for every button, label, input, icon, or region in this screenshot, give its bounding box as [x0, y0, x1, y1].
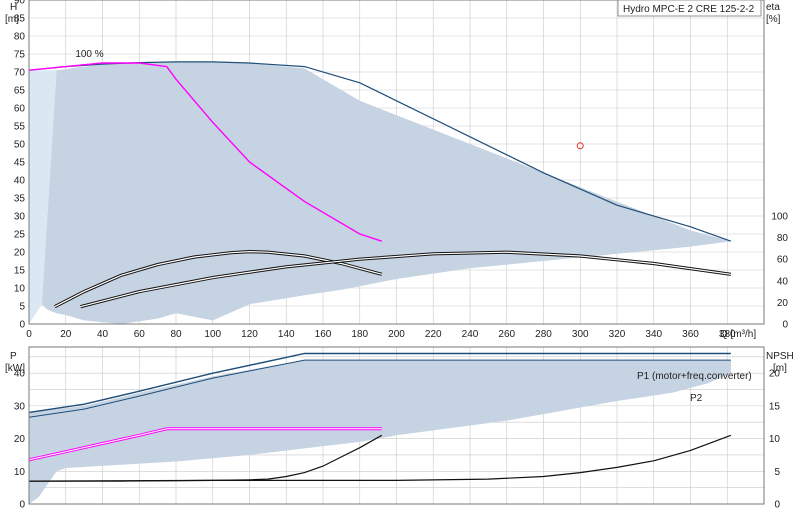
- y-tick-label: 10: [14, 284, 26, 295]
- power-axis-label: P: [10, 351, 17, 362]
- y-tick-label: 0: [19, 320, 25, 331]
- operating-envelope-area: [41, 61, 731, 325]
- x-tick-label: 200: [388, 329, 405, 340]
- y-tick-label: 20: [14, 248, 26, 259]
- pump-curve-chart: 0 20 40 60 80 100 120 140 160 180 200 220 240 260 280 3…: [5, 0, 794, 511]
- x-tick-label: 300: [572, 329, 589, 340]
- power-npsh-panel: 01020304005101520 P [kW] NPSH [m] P1 (mo…: [5, 346, 794, 511]
- x-tick-label: 0: [26, 329, 32, 340]
- annotation-100-percent: 100 %: [75, 49, 103, 60]
- y-tick-label: 55: [14, 122, 26, 133]
- npsh-tick-label: 5: [774, 467, 780, 478]
- power-tick-label: 20: [14, 434, 26, 445]
- y-tick-label: 70: [14, 68, 26, 79]
- chart-title: Hydro MPC-E 2 CRE 125-2-2: [623, 4, 755, 15]
- y2-tick-label: 100: [771, 212, 788, 223]
- power-axis-unit: [kW]: [5, 363, 25, 374]
- npsh-tick-label: 10: [769, 434, 781, 445]
- y2-axis-unit: [%]: [766, 14, 781, 25]
- power-tick-label: 0: [19, 500, 25, 511]
- y-tick-label: 45: [14, 158, 26, 169]
- y-tick-label: 65: [14, 86, 26, 97]
- x-tick-label: 100: [204, 329, 221, 340]
- head-efficiency-panel: 0 20 40 60 80 100 120 140 160 180 200 220 240 260 280 3…: [5, 0, 788, 340]
- y-tick-label: 15: [14, 266, 26, 277]
- x-tick-label: 320: [609, 329, 626, 340]
- npsh-tick-label: 0: [774, 500, 780, 511]
- x-tick-label: 40: [97, 329, 109, 340]
- y-tick-label: 60: [14, 104, 26, 115]
- y-axis-unit: [m]: [5, 14, 19, 25]
- p2-series-label: P2: [690, 393, 703, 404]
- x-tick-label: 120: [241, 329, 258, 340]
- y-tick-label: 50: [14, 140, 26, 151]
- npsh-axis-label: NPSH: [766, 351, 794, 362]
- x-tick-label: 260: [498, 329, 515, 340]
- power-tick-label: 30: [14, 401, 26, 412]
- y-axis-label: H: [10, 2, 17, 13]
- y-tick-label: 80: [14, 32, 26, 43]
- x-axis-label: Q [m³/h]: [720, 329, 756, 340]
- p1-series-label: P1 (motor+freq.converter): [637, 371, 752, 382]
- y2-axis-label: eta: [766, 2, 780, 13]
- npsh-axis-unit: [m]: [773, 363, 787, 374]
- x-tick-label: 60: [134, 329, 146, 340]
- x-tick-label: 360: [682, 329, 699, 340]
- power-envelope-area: [29, 360, 731, 504]
- x-tick-label: 240: [462, 329, 479, 340]
- x-tick-label: 140: [278, 329, 295, 340]
- y2-tick-label: 40: [777, 276, 789, 287]
- x-tick-label: 20: [60, 329, 72, 340]
- x-tick-label: 340: [645, 329, 662, 340]
- y-tick-label: 30: [14, 212, 26, 223]
- power-tick-label: 10: [14, 467, 26, 478]
- y2-tick-label: 60: [777, 255, 789, 266]
- y2-tick-label: 0: [782, 320, 788, 331]
- y-tick-label: 40: [14, 176, 26, 187]
- x-tick-label: 280: [535, 329, 552, 340]
- npsh-tick-label: 15: [769, 401, 781, 412]
- y-tick-label: 35: [14, 194, 26, 205]
- y-tick-label: 5: [19, 302, 25, 313]
- x-tick-label: 180: [351, 329, 368, 340]
- x-tick-label: 160: [315, 329, 332, 340]
- y2-tick-label: 20: [777, 298, 789, 309]
- y2-tick-label: 80: [777, 233, 789, 244]
- x-tick-label: 80: [170, 329, 182, 340]
- x-tick-label: 220: [425, 329, 442, 340]
- y-tick-label: 25: [14, 230, 26, 241]
- y-tick-label: 75: [14, 50, 26, 61]
